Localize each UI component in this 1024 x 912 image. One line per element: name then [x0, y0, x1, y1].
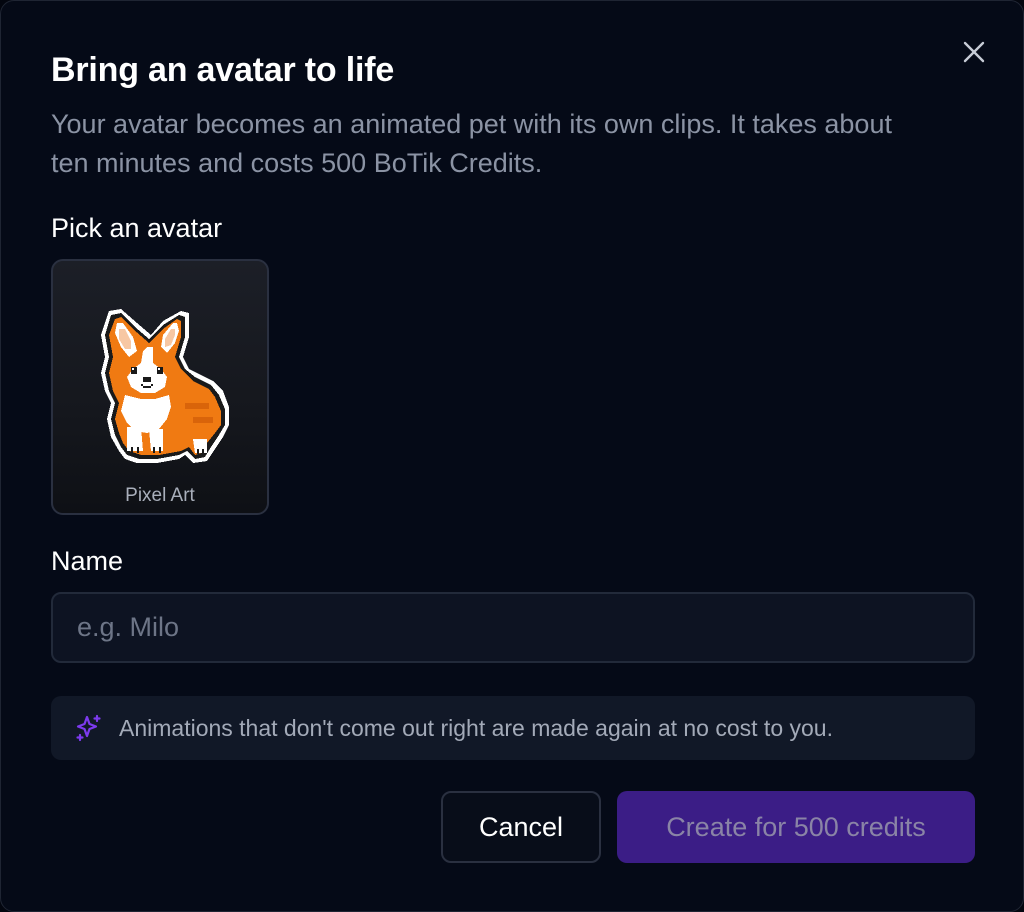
avatar-option-pixel-art[interactable]: Pixel Art	[51, 259, 269, 515]
pixel-corgi-image	[101, 309, 229, 463]
dialog-title: Bring an avatar to life	[51, 51, 395, 89]
close-icon[interactable]	[963, 41, 985, 63]
create-pet-dialog: Bring an avatar to life Your avatar beco…	[0, 0, 1024, 912]
close-button[interactable]	[959, 37, 989, 67]
pet-name-input[interactable]	[51, 592, 975, 663]
free-redo-notice: Animations that don't come out right are…	[51, 696, 975, 760]
cancel-button[interactable]: Cancel	[441, 791, 601, 863]
notice-text: Animations that don't come out right are…	[119, 714, 833, 741]
name-label: Name	[51, 546, 124, 576]
sparkles-icon	[73, 712, 105, 744]
avatar-caption: Pixel Art	[125, 485, 195, 506]
create-button[interactable]: Create for 500 credits	[617, 791, 975, 863]
avatar-section-label: Pick an avatar	[51, 213, 223, 243]
dialog-subtitle: Your avatar becomes an animated pet with…	[51, 109, 892, 178]
